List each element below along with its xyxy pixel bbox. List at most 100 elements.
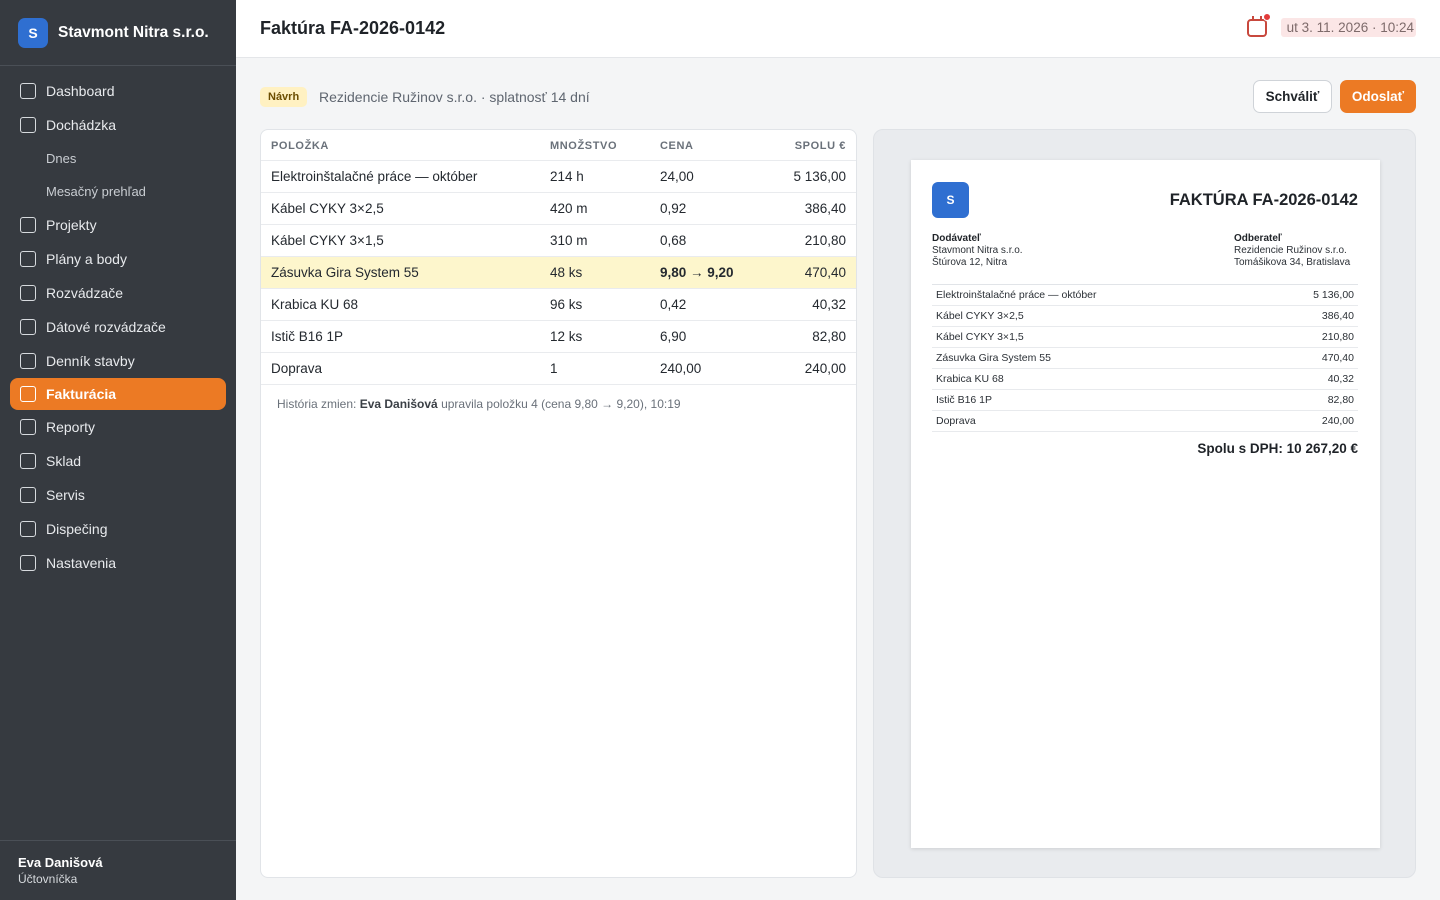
cell-price: 0,68 (660, 233, 687, 248)
cell-total: 210,80 (804, 233, 846, 248)
sidebar-item-dashboard[interactable]: Dashboard (0, 74, 236, 108)
checkbox-square-icon (20, 386, 36, 402)
preview-row-total: 470,40 (1321, 352, 1354, 364)
preview-row: Istič B16 1P 82,80 (932, 390, 1358, 411)
cell-price: 0,42 (660, 297, 687, 312)
preview-row-name: Doprava (936, 415, 976, 427)
table-row[interactable]: Kábel CYKY 3×1,5 310 m 0,68 210,80 (261, 225, 856, 257)
sidebar-item-label: Dochádzka (46, 117, 117, 133)
table-row[interactable]: Istič B16 1P 12 ks 6,90 82,80 (261, 321, 856, 353)
preview-row-name: Kábel CYKY 3×2,5 (936, 310, 1024, 322)
preview-supplier: Dodávateľ Stavmont Nitra s.r.o. Štúrova … (932, 233, 1023, 269)
table-row[interactable]: Kábel CYKY 3×2,5 420 m 0,92 386,40 (261, 193, 856, 225)
checkbox-square-icon (20, 521, 36, 537)
sidebar-item-projekty[interactable]: Projekty (0, 208, 236, 242)
preview-row-total: 240,00 (1321, 415, 1354, 427)
cell-item: Zásuvka Gira System 55 (271, 265, 419, 280)
preview-grand-total: Spolu s DPH: 10 267,20 € (1197, 441, 1358, 456)
sidebar-item-label: Denník stavby (46, 353, 135, 369)
preview-row-total: 210,80 (1321, 331, 1354, 343)
cell-total: 82,80 (812, 329, 846, 344)
cell-quantity: 12 ks (550, 329, 583, 344)
top-header: Faktúra FA-2026-0142 ut 3. 11. 2026 · 10… (236, 0, 1440, 58)
cell-quantity: 1 (550, 361, 558, 376)
header-datetime: ut 3. 11. 2026 · 10:24 (1280, 18, 1416, 37)
sidebar-item-label: Plány a body (46, 251, 127, 267)
checkbox-square-icon (20, 487, 36, 503)
sidebar-item-dennik-stavby[interactable]: Denník stavby (0, 344, 236, 378)
cell-total: 240,00 (804, 361, 846, 376)
cell-item: Krabica KU 68 (271, 297, 359, 312)
page-title: Faktúra FA-2026-0142 (260, 18, 446, 38)
preview-row-name: Krabica KU 68 (936, 373, 1004, 385)
calendar-icon[interactable] (1246, 12, 1271, 37)
sidebar-item-servis[interactable]: Servis (0, 478, 236, 512)
customer-address: Tomášikova 34, Bratislava (1234, 257, 1351, 268)
cell-price: 6,90 (660, 329, 687, 344)
cell-item: Elektroinštalačné práce — október (271, 169, 478, 184)
brand-name: Stavmont Nitra s.r.o. (58, 23, 209, 41)
invoice-meta: Rezidencie Ružinov s.r.o. · splatnosť 14… (319, 89, 590, 105)
sidebar-item-nastavenia[interactable]: Nastavenia (0, 546, 236, 580)
table-row[interactable]: Krabica KU 68 96 ks 0,42 40,32 (261, 289, 856, 321)
cell-total: 386,40 (804, 201, 846, 216)
column-header-price[interactable]: CENA (660, 140, 694, 152)
cell-item: Kábel CYKY 3×1,5 (271, 233, 384, 248)
sidebar-item-label: Dashboard (46, 83, 115, 99)
sidebar-item-label: Rozvádzače (46, 285, 124, 301)
status-badge: Návrh (260, 87, 308, 107)
checkbox-square-icon (20, 285, 36, 301)
sidebar-subitem-dnes[interactable]: Dnes (0, 142, 236, 175)
preview-row-name: Kábel CYKY 3×1,5 (936, 331, 1024, 343)
preview-row-name: Elektroinštalačné práce — október (936, 289, 1097, 301)
sidebar-item-sklad[interactable]: Sklad (0, 444, 236, 478)
sidebar: S Stavmont Nitra s.r.o. Dashboard Dochád… (0, 0, 236, 900)
sidebar-subitem-mesacny-prehlad[interactable]: Mesačný prehľad (0, 175, 236, 208)
history-prefix: História zmien: (277, 397, 360, 411)
sidebar-nav: Dashboard Dochádzka Dnes Mesačný prehľad… (0, 74, 236, 580)
sidebar-item-fakturacia[interactable]: Fakturácia (10, 378, 226, 410)
sidebar-item-dochadzka[interactable]: Dochádzka (0, 108, 236, 142)
history-user: Eva Danišová (359, 397, 438, 411)
preview-row: Kábel CYKY 3×2,5 386,40 (932, 306, 1358, 327)
sidebar-item-dispecing[interactable]: Dispečing (0, 512, 236, 546)
supplier-label: Dodávateľ (932, 233, 981, 244)
history-text: upravila položku 4 (cena 9,80 → 9,20), 1… (437, 397, 681, 411)
cell-quantity: 96 ks (550, 297, 583, 312)
sidebar-item-rozvadzace[interactable]: Rozvádzače (0, 276, 236, 310)
customer-label: Odberateľ (1234, 233, 1282, 244)
sidebar-item-label: Projekty (46, 217, 97, 233)
table-row[interactable]: Doprava 1 240,00 240,00 (261, 353, 856, 385)
preview-row-total: 5 136,00 (1313, 289, 1354, 301)
table-row-highlighted[interactable]: Zásuvka Gira System 55 48 ks 9,80 → 9,20… (261, 257, 856, 289)
cell-quantity: 420 m (550, 201, 588, 216)
table-row[interactable]: Elektroinštalačné práce — október 214 h … (261, 161, 856, 193)
cell-quantity: 214 h (550, 169, 584, 184)
send-button[interactable]: Odoslať (1340, 80, 1416, 113)
preview-row: Krabica KU 68 40,32 (932, 369, 1358, 390)
preview-items: Elektroinštalačné práce — október 5 136,0… (932, 284, 1358, 432)
checkbox-square-icon (20, 453, 36, 469)
sidebar-item-label: Dátové rozvádzače (46, 319, 166, 335)
column-header-quantity[interactable]: MNOŽSTVO (550, 140, 617, 152)
change-history: História zmien: Eva Danišová upravila po… (277, 397, 681, 411)
invoice-preview-paper: S FAKTÚRA FA-2026-0142 Dodávateľ Stavmon… (911, 160, 1380, 848)
sidebar-item-plany-a-body[interactable]: Plány a body (0, 242, 236, 276)
cell-price-changed: 9,80 → 9,20 (660, 265, 734, 280)
sidebar-item-label: Sklad (46, 453, 82, 469)
preview-row-total: 386,40 (1321, 310, 1354, 322)
cell-price: 24,00 (660, 169, 694, 184)
sidebar-item-label: Nastavenia (46, 555, 117, 571)
column-header-item[interactable]: POLOŽKA (271, 140, 329, 152)
preview-row: Kábel CYKY 3×1,5 210,80 (932, 327, 1358, 348)
cell-quantity: 310 m (550, 233, 588, 248)
brand[interactable]: S Stavmont Nitra s.r.o. (0, 0, 236, 66)
sidebar-user[interactable]: Eva Danišová Účtovníčka (0, 840, 236, 900)
cell-item: Kábel CYKY 3×2,5 (271, 201, 384, 216)
sidebar-item-datove-rozvadzace[interactable]: Dátové rozvádzače (0, 310, 236, 344)
preview-row-name: Zásuvka Gira System 55 (936, 352, 1051, 364)
preview-row-total: 82,80 (1327, 394, 1354, 406)
sidebar-item-reporty[interactable]: Reporty (0, 410, 236, 444)
column-header-total[interactable]: SPOLU € (795, 140, 846, 152)
approve-button[interactable]: Schváliť (1253, 80, 1332, 113)
